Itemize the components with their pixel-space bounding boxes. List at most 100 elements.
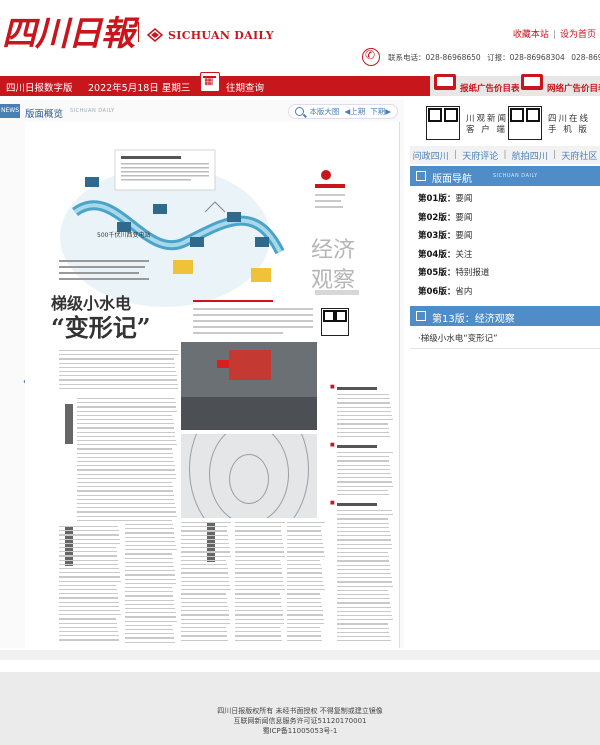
text-line bbox=[287, 622, 325, 624]
text-line bbox=[337, 526, 390, 528]
text-line bbox=[235, 534, 282, 536]
text-line bbox=[125, 578, 176, 580]
text-line bbox=[287, 601, 322, 603]
text-line bbox=[337, 402, 391, 404]
page-nav-item[interactable]: 第05版：特别报道 bbox=[410, 264, 600, 283]
link-hangpai[interactable]: 航拍四川 bbox=[512, 149, 548, 162]
logo-emblem-icon bbox=[147, 28, 163, 42]
quick-links: 问政四川 | 天府评论 | 航拍四川 | 天府社区 bbox=[410, 146, 600, 164]
text-line bbox=[337, 623, 389, 625]
current-section-header: 第13版：经济观察 bbox=[410, 306, 600, 326]
text-line bbox=[337, 398, 390, 400]
text-line bbox=[181, 589, 231, 591]
text-line bbox=[181, 559, 227, 561]
text-line bbox=[287, 585, 324, 587]
text-line bbox=[287, 576, 323, 578]
text-line bbox=[125, 595, 174, 597]
text-line bbox=[337, 415, 392, 417]
text-line bbox=[235, 618, 284, 620]
text-line bbox=[337, 610, 392, 612]
contact-info: 联系电话：028-86968650 订报：028-86968304 028-86… bbox=[388, 52, 600, 63]
text-line bbox=[59, 375, 177, 377]
page-number-badge bbox=[321, 170, 331, 180]
viewer-toolbar: 本版大图 ◀上期 下期▶ bbox=[288, 104, 398, 119]
page-nav-item[interactable]: 第06版：省内 bbox=[410, 283, 600, 302]
text-line bbox=[59, 350, 178, 352]
text-line bbox=[59, 358, 175, 360]
text-line bbox=[235, 635, 282, 637]
footer-icp[interactable]: 蜀ICP备11005053号-1 bbox=[0, 726, 600, 736]
text-line bbox=[59, 534, 120, 536]
text-line bbox=[181, 610, 229, 612]
link-wenzheng[interactable]: 问政四川 bbox=[413, 149, 449, 162]
mobile-label-1: 四川在线 bbox=[548, 114, 591, 124]
text-line bbox=[337, 573, 391, 575]
text-line bbox=[125, 540, 176, 542]
text-line bbox=[125, 574, 176, 576]
text-line bbox=[125, 616, 177, 618]
web-ad-rates-link[interactable]: 网络广告价目表 bbox=[547, 82, 600, 94]
text-line bbox=[287, 559, 321, 561]
text-line bbox=[181, 547, 230, 549]
text-line bbox=[287, 631, 321, 633]
bookmark-link[interactable]: 收藏本站 bbox=[513, 30, 549, 40]
diagram-caption: 500千伏川西变电站 bbox=[97, 232, 151, 239]
text-line bbox=[337, 531, 390, 533]
text-line bbox=[181, 551, 231, 553]
text-line bbox=[287, 618, 324, 620]
page-nav-item[interactable]: 第02版：要闻 bbox=[410, 209, 600, 228]
text-line bbox=[287, 534, 322, 536]
page-nav-item[interactable]: 第04版：关注 bbox=[410, 246, 600, 265]
newspaper-page-image[interactable]: 500千伏川西变电站 经济 观察 梯级小水电 “变形记” ■ ■ ■ bbox=[25, 122, 400, 648]
text-line bbox=[337, 522, 389, 524]
text-line bbox=[59, 584, 117, 586]
text-line bbox=[337, 560, 390, 562]
hydropower-diagram bbox=[60, 149, 285, 307]
text-line bbox=[125, 498, 175, 500]
text-line bbox=[337, 577, 392, 579]
article-link[interactable]: ·梯级小水电“变形记” bbox=[418, 332, 498, 344]
contact-tel: 联系电话：028-86968650 bbox=[388, 53, 481, 62]
text-line bbox=[337, 431, 390, 433]
logo-english: SICHUAN DAILY bbox=[168, 29, 274, 42]
text-line bbox=[59, 551, 117, 553]
page-nav-item[interactable]: 第03版：要闻 bbox=[410, 227, 600, 246]
text-line bbox=[337, 514, 393, 516]
page-nav-item[interactable]: 第01版：要闻 bbox=[410, 190, 600, 209]
text-line bbox=[181, 614, 230, 616]
link-tianfu-shequ[interactable]: 天府社区 bbox=[561, 149, 597, 162]
calendar-icon[interactable] bbox=[200, 72, 220, 92]
text-line bbox=[125, 603, 175, 605]
text-line bbox=[337, 594, 389, 596]
text-line bbox=[337, 547, 393, 549]
text-line bbox=[337, 410, 392, 412]
text-line bbox=[337, 606, 391, 608]
contact-subscribe: 订报：028-86968304 bbox=[487, 53, 565, 62]
next-issue-link[interactable]: 下期▶ bbox=[370, 106, 391, 117]
set-homepage-link[interactable]: 设为首页 bbox=[560, 30, 596, 40]
text-line bbox=[59, 605, 120, 607]
text-line bbox=[77, 482, 132, 484]
text-line bbox=[337, 619, 393, 621]
text-line bbox=[235, 631, 281, 633]
text-line bbox=[235, 606, 282, 608]
edition-label: 四川日报数字版 bbox=[6, 83, 73, 94]
text-line bbox=[59, 371, 176, 373]
text-line bbox=[59, 555, 118, 557]
text-line bbox=[59, 597, 119, 599]
link-tianfu-pinglun[interactable]: 天府评论 bbox=[462, 149, 498, 162]
contact-ad: 028-86968855 bbox=[571, 53, 600, 62]
text-line bbox=[337, 419, 393, 421]
print-ad-rates-link[interactable]: 报纸广告价目表 bbox=[460, 82, 520, 94]
text-line bbox=[125, 515, 177, 517]
section-word-economy: 经济 bbox=[311, 238, 356, 263]
full-page-image-link[interactable]: 本版大图 bbox=[309, 106, 339, 117]
prev-issue-link[interactable]: ◀上期 bbox=[344, 106, 365, 117]
history-query-link[interactable]: 往期查询 bbox=[226, 80, 264, 94]
side-story-head-3: ■ bbox=[330, 500, 335, 506]
text-line bbox=[181, 568, 228, 570]
text-line bbox=[59, 601, 119, 603]
text-line bbox=[181, 526, 227, 528]
side-story-head-1: ■ bbox=[330, 384, 335, 390]
logo-sichuan-ribao[interactable]: 四川日報 bbox=[2, 6, 135, 55]
